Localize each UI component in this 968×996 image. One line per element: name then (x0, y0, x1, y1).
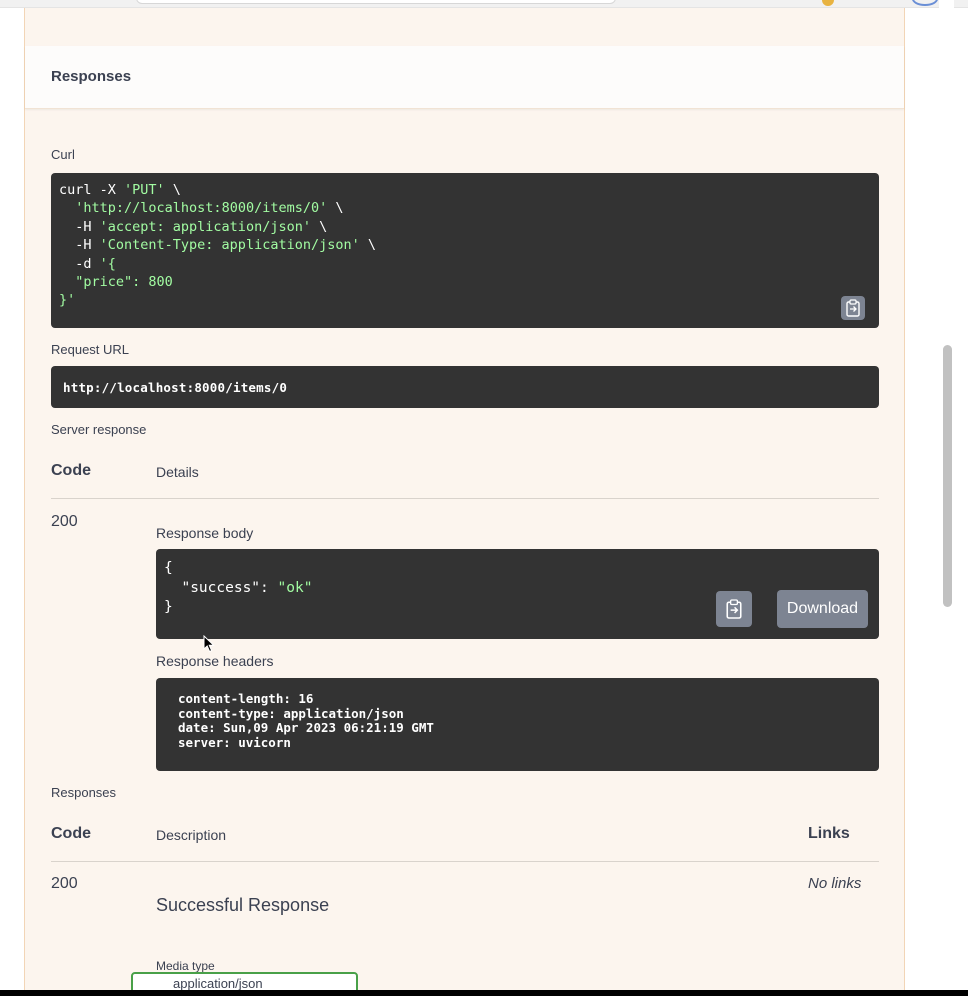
server-response-code-header: Code (51, 462, 91, 479)
response-body: { "success": "ok" } (164, 560, 313, 615)
download-button[interactable]: Download (777, 590, 868, 628)
address-bar[interactable] (136, 0, 616, 4)
browser-toolbar (0, 0, 968, 8)
description-header: Description (156, 827, 227, 843)
responses-label: Responses (51, 785, 117, 800)
details-header: Details (156, 464, 199, 480)
request-url-block[interactable]: http://localhost:8000/items/0 (51, 366, 879, 408)
screen-bottom-edge (0, 990, 968, 996)
curl-command: curl -X 'PUT' \ 'http://localhost:8000/i… (59, 182, 376, 309)
copy-curl-button[interactable] (841, 296, 865, 320)
request-url-value: http://localhost:8000/items/0 (63, 380, 288, 395)
table-divider (51, 861, 879, 862)
table-divider (51, 498, 879, 499)
mouse-pointer-icon (203, 635, 215, 653)
curl-label: Curl (51, 147, 75, 162)
clipboard-copy-icon (846, 299, 860, 317)
documented-status-code: 200 (51, 875, 78, 892)
media-type-value: application/json (173, 976, 263, 991)
server-response-label: Server response (51, 422, 147, 437)
curl-code-block[interactable]: curl -X 'PUT' \ 'http://localhost:8000/i… (51, 173, 879, 328)
no-links-text: No links (808, 875, 862, 892)
copy-response-button[interactable] (716, 591, 752, 627)
response-body-block[interactable]: { "success": "ok" } (156, 549, 879, 639)
section-title: Responses (51, 68, 132, 85)
responses-code-header: Code (51, 825, 91, 842)
operation-block: Responses Curl curl -X 'PUT' \ 'http://l… (24, 8, 905, 996)
profile-icon[interactable] (912, 0, 938, 6)
links-header: Links (808, 825, 850, 842)
response-headers-label: Response headers (156, 653, 274, 669)
response-description: Successful Response (156, 895, 330, 915)
responses-section-header: Responses (25, 46, 904, 109)
response-headers-block[interactable]: content-length: 16 content-type: applica… (156, 678, 879, 771)
response-body-label: Response body (156, 525, 254, 541)
response-status-code: 200 (51, 513, 78, 530)
response-headers: content-length: 16 content-type: applica… (178, 691, 434, 750)
scrollbar-thumb[interactable] (943, 345, 952, 607)
media-type-label: Media type (156, 959, 215, 973)
clipboard-copy-icon (726, 599, 742, 619)
request-url-label: Request URL (51, 342, 130, 357)
extension-icon[interactable] (822, 0, 834, 6)
